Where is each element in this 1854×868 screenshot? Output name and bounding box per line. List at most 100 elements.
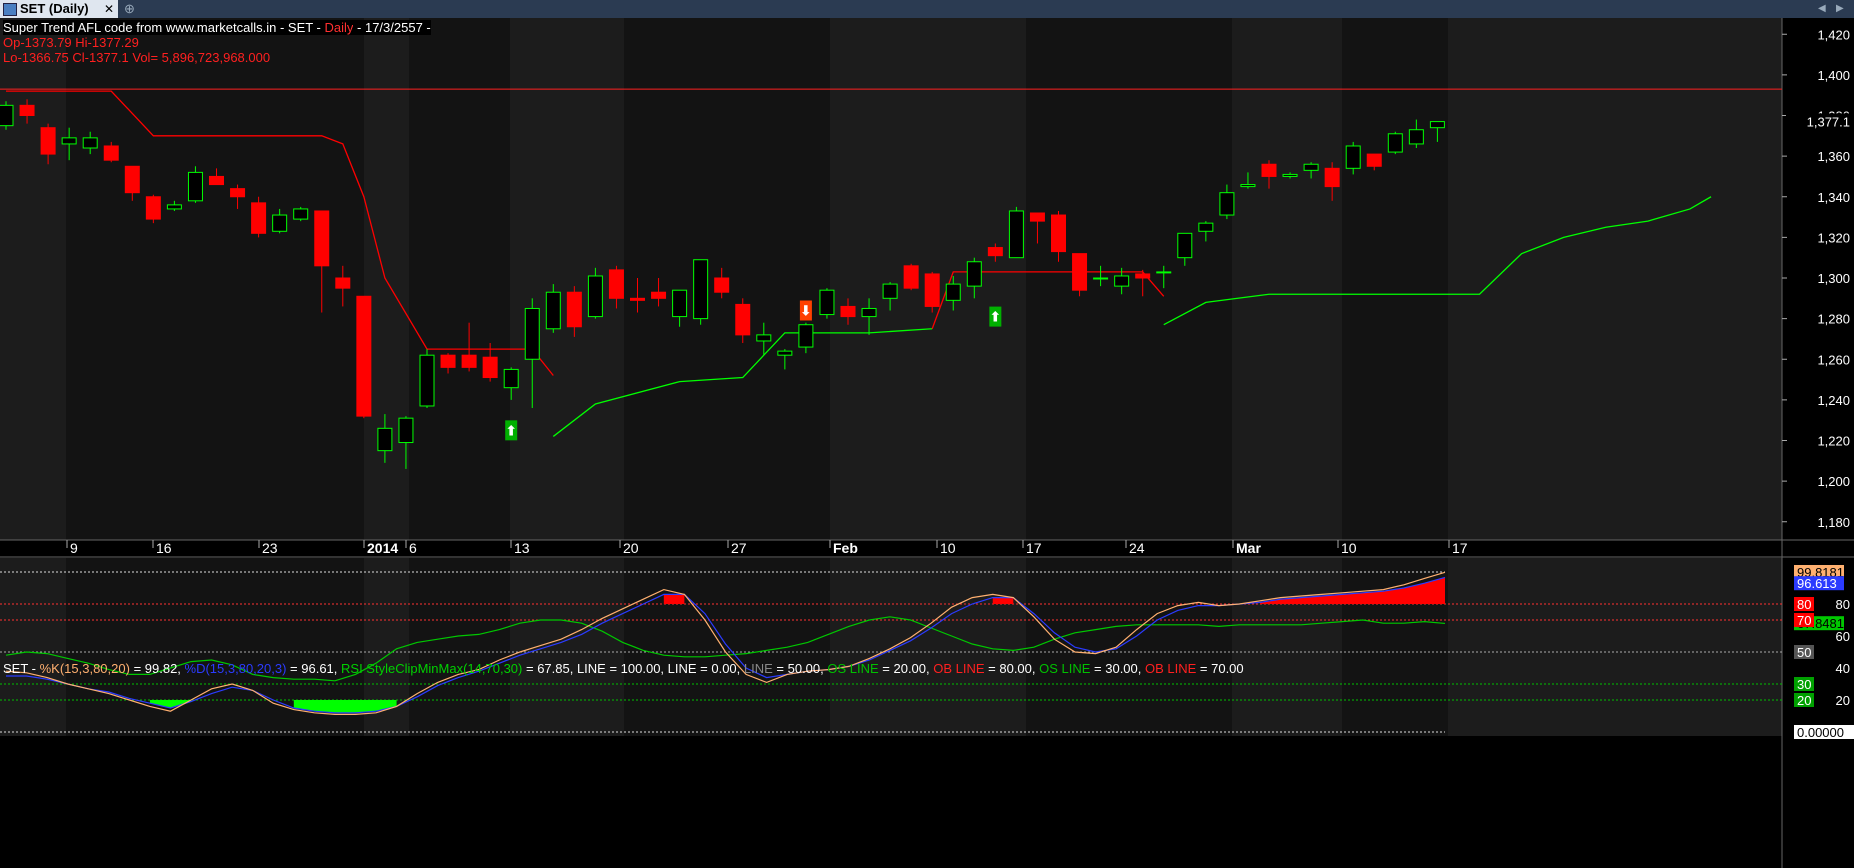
candle-body xyxy=(145,196,161,220)
indicator-legend-part: = 70.00 xyxy=(1196,661,1244,676)
date-tick-label: 13 xyxy=(514,540,530,556)
candle xyxy=(419,349,435,408)
candle-body xyxy=(756,334,772,342)
candle-body xyxy=(61,137,77,145)
week-band xyxy=(1448,18,1782,540)
week-band-ind xyxy=(0,558,66,736)
week-band xyxy=(0,18,66,540)
candle-body xyxy=(819,289,835,316)
buy-arrow-icon: ⬆ xyxy=(989,310,1001,326)
indicator-legend-part: = 50.00, xyxy=(772,661,828,676)
price-tick-label: 1,260 xyxy=(1817,352,1850,367)
candle-body xyxy=(587,275,603,318)
candle-body xyxy=(1261,163,1277,177)
candle-body xyxy=(40,127,56,155)
indicator-legend-part: OB LINE xyxy=(1145,661,1197,676)
candle-body xyxy=(440,354,456,368)
chart-window-icon xyxy=(3,3,17,16)
indicator-legend-part: = 99.82, xyxy=(129,661,185,676)
indicator-legend-part: OS LINE xyxy=(1039,661,1091,676)
week-band-ind xyxy=(1448,558,1782,736)
candle-body xyxy=(103,145,119,161)
price-tick-label: 1,300 xyxy=(1817,271,1850,286)
indicator-tick-label: 60 xyxy=(1836,629,1850,644)
overbought-fill xyxy=(663,594,685,604)
candle-body xyxy=(1219,192,1235,216)
candle-body xyxy=(1366,153,1382,167)
overbought-fill xyxy=(992,597,1014,604)
candle-body xyxy=(419,354,435,407)
indicator-legend: SET - %K(15,3,80,20) = 99.82, %D(15,3,80… xyxy=(3,661,1244,676)
level-80-tag: 80 xyxy=(1797,597,1811,612)
candle-body xyxy=(1093,277,1109,280)
week-band-ind xyxy=(1232,558,1342,736)
scroll-left-icon[interactable]: ◀ xyxy=(1818,0,1826,18)
date-tick-label: Mar xyxy=(1236,540,1261,556)
date-tick-label: 16 xyxy=(156,540,172,556)
date-tick-label: Feb xyxy=(833,540,858,556)
candle-body xyxy=(1114,275,1130,287)
indicator-legend-part: RSI StyleClipMinMax(14,70,30) xyxy=(341,661,523,676)
candle-body xyxy=(0,104,14,127)
indicator-legend-part: = 80.00, xyxy=(984,661,1040,676)
date-tick-label: 10 xyxy=(1341,540,1357,556)
price-tick-label: 1,240 xyxy=(1817,393,1850,408)
candle-body xyxy=(1408,129,1424,145)
price-tick-label: 1,280 xyxy=(1817,312,1850,327)
candle-body xyxy=(461,354,477,368)
indicator-legend-part: LINE xyxy=(743,661,773,676)
date-tick-label: 6 xyxy=(409,540,417,556)
candle-body xyxy=(1029,212,1045,222)
indicator-legend-part: %D(15,3,80,20,3) xyxy=(184,661,287,676)
scroll-right-icon[interactable]: ▶ xyxy=(1836,0,1844,18)
candle-body xyxy=(861,307,877,318)
new-tab-icon[interactable]: ⊕ xyxy=(124,0,135,18)
candle-body xyxy=(987,247,1003,257)
candle-body xyxy=(272,214,288,232)
ohlc-low-close-volume: Lo-1366.75 Cl-1377.1 Vol= 5,896,723,968.… xyxy=(3,50,271,65)
level-50-tag: 50 xyxy=(1797,645,1811,660)
buy-arrow-icon: ⬆ xyxy=(505,423,517,439)
tab-title: SET (Daily) xyxy=(20,1,89,16)
candle-body xyxy=(1051,214,1066,253)
date-tick-label: 9 xyxy=(70,540,78,556)
date-tick-label: 23 xyxy=(262,540,278,556)
tab-set-daily[interactable]: SET (Daily) ✕ xyxy=(0,0,118,18)
candle xyxy=(903,263,919,291)
indicator-legend-part: = 20.00, xyxy=(878,661,934,676)
candle-body xyxy=(19,104,35,116)
week-band xyxy=(1232,18,1342,540)
date-tick-label: 17 xyxy=(1452,540,1468,556)
candle-body xyxy=(124,165,140,194)
candle-body xyxy=(166,204,182,210)
candle-body xyxy=(966,261,982,287)
candle-body xyxy=(377,427,393,452)
candle-body xyxy=(693,259,709,320)
candle-body xyxy=(209,175,224,186)
candle xyxy=(145,194,161,224)
candle-body xyxy=(903,265,919,289)
candle-body xyxy=(187,171,203,202)
candle xyxy=(924,271,940,313)
last-price-label: 1,377.1 xyxy=(1807,114,1850,129)
candle-body xyxy=(482,356,498,379)
candle xyxy=(1008,206,1024,259)
candle-body xyxy=(293,208,309,220)
candle xyxy=(356,295,372,419)
candle-body xyxy=(1072,253,1088,291)
close-icon[interactable]: ✕ xyxy=(104,0,114,18)
date-tick-label: 2014 xyxy=(367,540,398,556)
candle-body xyxy=(1282,173,1298,177)
candle xyxy=(251,196,267,238)
candle-body xyxy=(1324,167,1340,188)
candle-body xyxy=(924,273,940,307)
candle xyxy=(0,101,14,130)
candle-body xyxy=(1387,133,1403,153)
sell-arrow-icon: ⬇ xyxy=(800,304,812,320)
level-20-tag: 20 xyxy=(1797,693,1811,708)
candle-body xyxy=(608,269,624,299)
price-tick-label: 1,320 xyxy=(1817,230,1850,245)
candle xyxy=(293,206,309,222)
chart-area[interactable]: 1,4201,4001,3801,3601,3401,3201,3001,280… xyxy=(0,18,1854,868)
indicator-legend-part: OB LINE xyxy=(933,661,985,676)
